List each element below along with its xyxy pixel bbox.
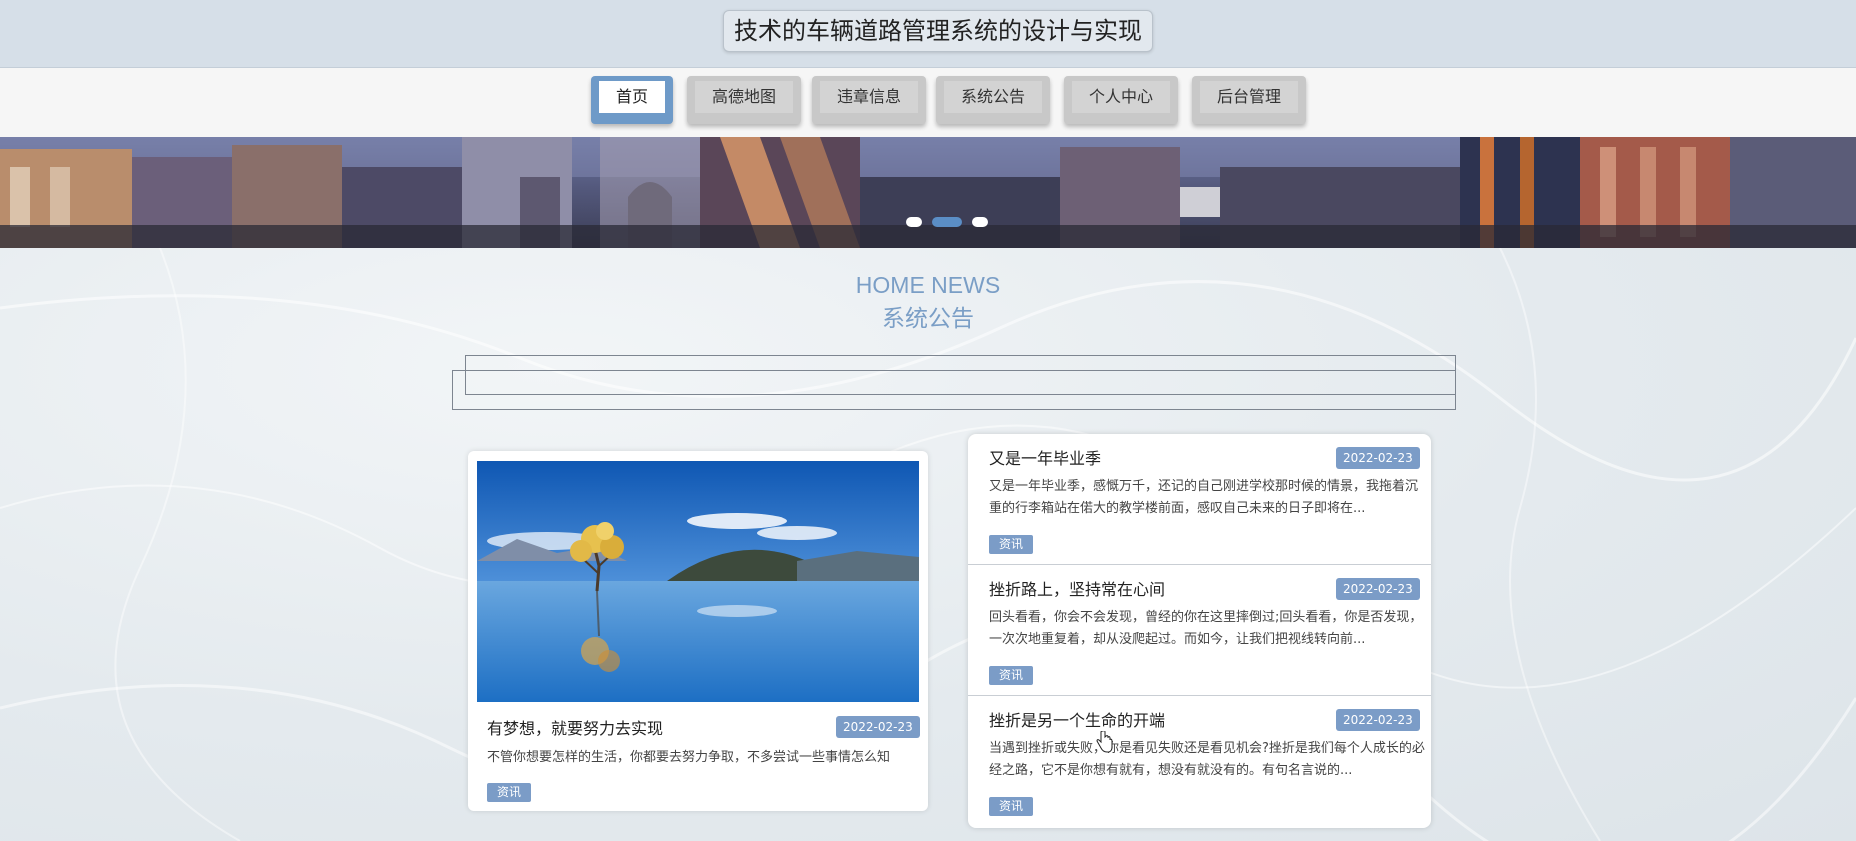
carousel-dot[interactable] bbox=[972, 217, 988, 227]
news-item[interactable]: 又是一年毕业季 2022-02-23 又是一年毕业季，感慨万千，还记的自己刚进学… bbox=[968, 434, 1431, 565]
news-item-tag[interactable]: 资讯 bbox=[989, 535, 1034, 554]
carousel-indicators bbox=[906, 217, 990, 229]
nav-item-label: 系统公告 bbox=[944, 81, 1042, 113]
nav-item-label: 首页 bbox=[599, 81, 665, 113]
news-item-title[interactable]: 又是一年毕业季 bbox=[989, 445, 1101, 469]
nav-item-admin[interactable]: 后台管理 bbox=[1192, 76, 1306, 124]
section-title-en: HOME NEWS bbox=[855, 272, 1001, 298]
banner-city-image bbox=[0, 137, 1856, 248]
nav-item-label: 高德地图 bbox=[695, 81, 793, 113]
featured-news-tag[interactable]: 资讯 bbox=[487, 783, 532, 802]
decorative-frame-bottom bbox=[452, 370, 1456, 410]
news-item-description: 当遇到挫折或失败，你是看见失败还是看见机会?挫折是我们每个人成长的必经之路，它不… bbox=[989, 741, 1425, 778]
featured-news-date: 2022-02-23 bbox=[836, 716, 920, 738]
carousel-dot-active[interactable] bbox=[932, 217, 962, 227]
news-item-tag[interactable]: 资讯 bbox=[989, 666, 1034, 685]
section-title-cn: 系统公告 bbox=[882, 306, 974, 332]
banner-carousel[interactable] bbox=[0, 137, 1856, 248]
nav-item-announcements[interactable]: 系统公告 bbox=[936, 76, 1050, 124]
news-item-description: 回头看看，你会不会发现，曾经的你在这里摔倒过;回头看看，你是否发现，一次次地重复… bbox=[989, 610, 1423, 647]
nav-item-label: 后台管理 bbox=[1200, 81, 1298, 113]
news-item[interactable]: 挫折路上，坚持常在心间 2022-02-23 回头看看，你会不会发现，曾经的你在… bbox=[968, 565, 1431, 696]
lake-tree-picture bbox=[477, 461, 919, 702]
water-texture bbox=[0, 248, 1856, 841]
site-header: 技术的车辆道路管理系统的设计与实现 bbox=[0, 0, 1856, 68]
news-item[interactable]: 挫折是另一个生命的开端 2022-02-23 当遇到挫折或失败，你是看见失败还是… bbox=[968, 696, 1431, 827]
featured-news-description: 不管你想要怎样的生活，你都要去努力争取，不多尝试一些事情怎么知 bbox=[487, 750, 891, 765]
news-item-date: 2022-02-23 bbox=[1336, 578, 1420, 600]
news-item-date: 2022-02-23 bbox=[1336, 447, 1420, 469]
news-item-description: 又是一年毕业季，感慨万千，还记的自己刚进学校那时候的情景，我拖着沉重的行李箱站在… bbox=[989, 479, 1419, 516]
content-background bbox=[0, 248, 1856, 841]
news-item-title[interactable]: 挫折是另一个生命的开端 bbox=[989, 707, 1165, 731]
news-item-title[interactable]: 挫折路上，坚持常在心间 bbox=[989, 576, 1165, 600]
nav-item-violations[interactable]: 违章信息 bbox=[812, 76, 926, 124]
nav-item-amap[interactable]: 高德地图 bbox=[687, 76, 801, 124]
news-list: 又是一年毕业季 2022-02-23 又是一年毕业季，感慨万千，还记的自己刚进学… bbox=[968, 434, 1431, 828]
carousel-dot[interactable] bbox=[906, 217, 922, 227]
news-item-date: 2022-02-23 bbox=[1336, 709, 1420, 731]
nav-item-label: 个人中心 bbox=[1072, 81, 1170, 113]
nav-item-profile[interactable]: 个人中心 bbox=[1064, 76, 1178, 124]
main-nav: 首页 高德地图 违章信息 系统公告 个人中心 后台管理 bbox=[0, 68, 1856, 137]
featured-news-image[interactable] bbox=[477, 461, 919, 702]
featured-news-card[interactable]: 有梦想，就要努力去实现 2022-02-23 不管你想要怎样的生活，你都要去努力… bbox=[468, 451, 928, 811]
nav-item-label: 违章信息 bbox=[820, 81, 918, 113]
site-title: 技术的车辆道路管理系统的设计与实现 bbox=[723, 10, 1153, 52]
nav-item-home[interactable]: 首页 bbox=[591, 76, 673, 124]
hand-pointer-icon bbox=[1096, 731, 1113, 753]
featured-news-title[interactable]: 有梦想，就要努力去实现 bbox=[487, 715, 663, 739]
news-item-tag[interactable]: 资讯 bbox=[989, 797, 1034, 816]
